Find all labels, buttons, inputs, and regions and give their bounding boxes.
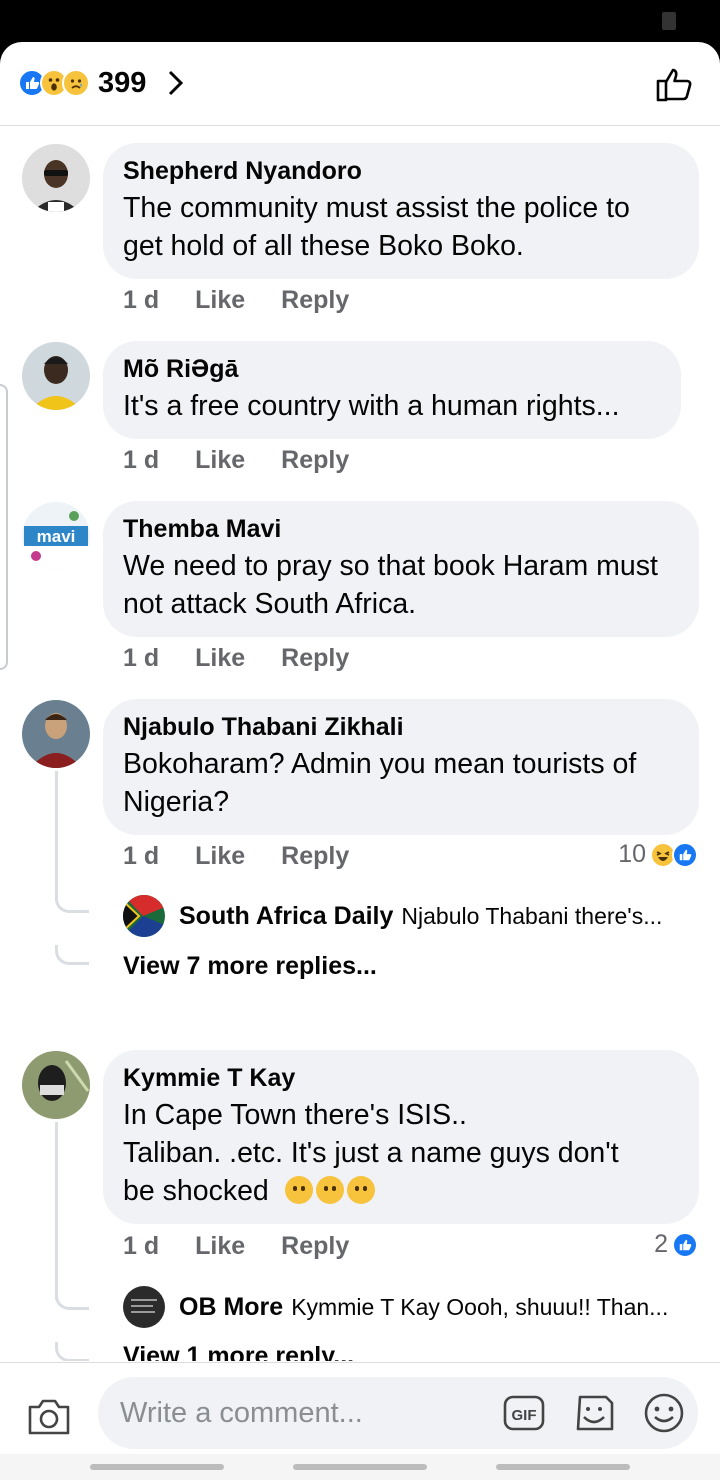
like-button[interactable]: Like — [195, 286, 245, 315]
comments-sheet: 399 Shepherd Nyandoro The community must… — [0, 42, 720, 1480]
comment-bubble[interactable]: Shepherd Nyandoro The community must ass… — [103, 143, 699, 279]
comment-text-fragment: be shocked — [123, 1175, 269, 1207]
comment-author[interactable]: Njabulo Thabani Zikhali — [123, 711, 675, 743]
view-more-replies-link[interactable]: View 7 more replies... — [123, 952, 377, 981]
smile-emoji-icon — [346, 1176, 375, 1204]
avatar[interactable]: mavi — [22, 502, 90, 570]
reply-avatar[interactable] — [123, 895, 165, 937]
comment-item: Mõ RiƏgā It's a free country with a huma… — [0, 341, 720, 491]
comment-author[interactable]: Mõ RiƏgā — [123, 353, 657, 385]
like-button[interactable]: Like — [195, 446, 245, 475]
reply-button[interactable]: Reply — [281, 644, 349, 673]
reply-text: Njabulo Thabani there's... — [401, 902, 663, 929]
comment-actions: 1 d Like Reply — [123, 842, 385, 871]
comment-list: Shepherd Nyandoro The community must ass… — [0, 127, 720, 1361]
like-button[interactable]: Like — [195, 644, 245, 673]
like-button[interactable]: Like — [195, 1232, 245, 1261]
like-reaction-icon — [672, 841, 698, 868]
nav-indicator[interactable] — [293, 1464, 427, 1470]
comment-text: The community must assist the police to … — [123, 192, 630, 262]
thread-connector — [55, 1342, 89, 1361]
reply-avatar[interactable] — [123, 1286, 165, 1328]
comment-item: Kymmie T Kay In Cape Town there's ISIS..… — [0, 1050, 720, 1361]
comment-item: Njabulo Thabani Zikhali Bokoharam? Admin… — [0, 699, 720, 1019]
thread-connector — [55, 893, 89, 913]
comment-actions: 1 d Like Reply — [123, 644, 385, 673]
comment-time[interactable]: 1 d — [123, 1232, 159, 1261]
comment-text-line: In Cape Town there's ISIS.. — [123, 1099, 467, 1131]
reply-button[interactable]: Reply — [281, 1232, 349, 1261]
reactions-summary[interactable]: 399 — [18, 66, 188, 100]
emoji-icon[interactable] — [642, 1391, 686, 1435]
reply-author[interactable]: OB More — [179, 1293, 283, 1322]
view-more-replies-link[interactable]: View 1 more reply... — [123, 1342, 354, 1361]
comment-text: We need to pray so that book Haram must … — [123, 550, 658, 620]
comment-text-line: be shocked — [123, 1172, 675, 1210]
comment-author[interactable]: Kymmie T Kay — [123, 1062, 675, 1094]
comment-bubble[interactable]: Mõ RiƏgā It's a free country with a huma… — [103, 341, 681, 439]
comment-time[interactable]: 1 d — [123, 842, 159, 871]
comment-time[interactable]: 1 d — [123, 446, 159, 475]
avatar-text: mavi — [37, 527, 76, 546]
camera-icon[interactable] — [26, 1393, 72, 1439]
sad-reaction-icon — [62, 69, 90, 97]
status-bar — [0, 0, 720, 44]
comment-item: Shepherd Nyandoro The community must ass… — [0, 143, 720, 323]
comment-text: It's a free country with a human rights.… — [123, 390, 620, 422]
comment-bubble[interactable]: Njabulo Thabani Zikhali Bokoharam? Admin… — [103, 699, 699, 835]
sticker-icon[interactable] — [572, 1391, 616, 1435]
battery-icon — [662, 12, 676, 30]
comment-item: mavi Themba Mavi We need to pray so that… — [0, 501, 720, 691]
thread-connector — [55, 1290, 89, 1310]
comment-bubble[interactable]: Kymmie T Kay In Cape Town there's ISIS..… — [103, 1050, 699, 1224]
thread-line — [55, 771, 58, 901]
comment-text: In Cape Town there's ISIS.. Taliban. .et… — [123, 1096, 675, 1210]
comment-author[interactable]: Shepherd Nyandoro — [123, 155, 675, 187]
thread-connector — [55, 945, 89, 965]
comment-text: Bokoharam? Admin you mean tourists of Ni… — [123, 748, 637, 818]
reactions-header: 399 — [0, 42, 720, 126]
avatar[interactable] — [22, 144, 90, 212]
comment-reactions[interactable]: 10 — [618, 840, 698, 869]
reply-button[interactable]: Reply — [281, 286, 349, 315]
avatar[interactable] — [22, 1051, 90, 1119]
smirk-emoji-icon — [315, 1176, 344, 1204]
reaction-count: 399 — [98, 66, 147, 99]
reaction-count: 2 — [654, 1230, 668, 1258]
thread-line — [55, 1122, 58, 1300]
comment-bubble[interactable]: Themba Mavi We need to pray so that book… — [103, 501, 699, 637]
reply-button[interactable]: Reply — [281, 446, 349, 475]
reply-button[interactable]: Reply — [281, 842, 349, 871]
comment-text-line: Taliban. .etc. It's just a name guys don… — [123, 1137, 619, 1169]
chevron-right-icon — [169, 70, 184, 96]
system-nav-bar — [0, 1454, 720, 1480]
like-post-button[interactable] — [654, 64, 694, 104]
like-reaction-icon — [672, 1231, 698, 1258]
gif-button[interactable]: GIF — [502, 1391, 546, 1435]
nav-indicator[interactable] — [90, 1464, 224, 1470]
like-button[interactable]: Like — [195, 842, 245, 871]
avatar[interactable] — [22, 700, 90, 768]
nav-indicator[interactable] — [496, 1464, 630, 1470]
comment-reactions[interactable]: 2 — [654, 1230, 698, 1259]
scroll-handle[interactable] — [0, 384, 8, 670]
avatar[interactable] — [22, 342, 90, 410]
reaction-count: 10 — [618, 840, 646, 868]
reply-author[interactable]: South Africa Daily — [179, 902, 393, 931]
comment-time[interactable]: 1 d — [123, 286, 159, 315]
comment-time[interactable]: 1 d — [123, 644, 159, 673]
comment-actions: 1 d Like Reply — [123, 286, 385, 315]
reply-text: Kymmie T Kay Oooh, shuuu!! Than... — [291, 1293, 669, 1320]
reply-preview[interactable]: OB More Kymmie T Kay Oooh, shuuu!! Than.… — [123, 1286, 668, 1328]
comment-author[interactable]: Themba Mavi — [123, 513, 675, 545]
smirk-emoji-icon — [284, 1176, 313, 1204]
reply-preview[interactable]: South Africa Daily Njabulo Thabani there… — [123, 895, 662, 937]
comment-actions: 1 d Like Reply — [123, 1232, 385, 1261]
comment-actions: 1 d Like Reply — [123, 446, 385, 475]
gif-label: GIF — [512, 1407, 537, 1424]
